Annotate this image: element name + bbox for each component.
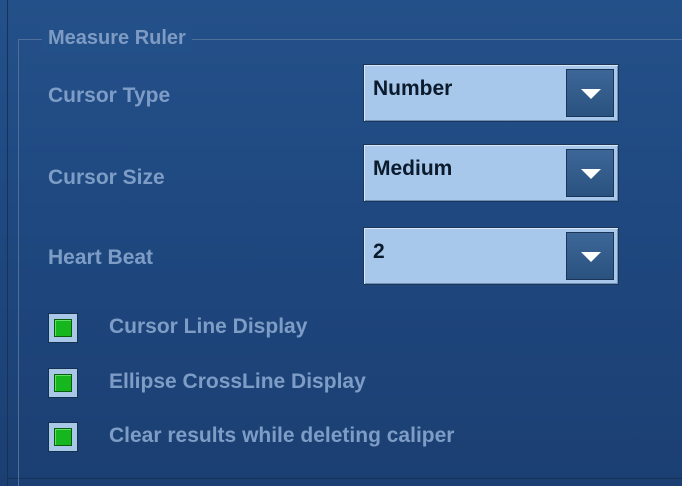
cursor-size-value: Medium	[373, 157, 453, 180]
clear-results-checkbox[interactable]	[48, 422, 78, 452]
cursor-size-label: Cursor Size	[48, 166, 165, 189]
chevron-down-icon	[581, 252, 601, 262]
check-icon	[54, 319, 72, 337]
panel-border-left	[7, 0, 8, 486]
cursor-size-dropdown[interactable]: Medium	[363, 144, 619, 202]
cursor-line-display-label[interactable]: Cursor Line Display	[109, 313, 307, 341]
cursor-size-dropdown-button[interactable]	[566, 149, 614, 197]
ellipse-crossline-display-checkbox[interactable]	[48, 368, 78, 398]
check-icon	[54, 374, 72, 392]
heart-beat-dropdown[interactable]: 2	[363, 227, 619, 285]
check-icon	[54, 428, 72, 446]
heart-beat-value: 2	[373, 240, 385, 263]
chevron-down-icon	[581, 169, 601, 179]
cursor-type-dropdown-button[interactable]	[566, 69, 614, 117]
cursor-type-value: Number	[373, 77, 453, 100]
cursor-line-display-checkbox[interactable]	[48, 313, 78, 343]
cursor-type-label: Cursor Type	[48, 84, 171, 107]
cursor-type-dropdown[interactable]: Number	[363, 64, 619, 122]
ellipse-crossline-display-label[interactable]: Ellipse CrossLine Display	[109, 368, 366, 396]
heart-beat-label: Heart Beat	[48, 246, 154, 269]
heart-beat-dropdown-button[interactable]	[566, 232, 614, 280]
chevron-down-icon	[581, 89, 601, 99]
groupbox-title: Measure Ruler	[42, 23, 192, 53]
settings-panel: Measure Ruler Cursor Type Number Cursor …	[0, 0, 682, 486]
clear-results-label[interactable]: Clear results while deleting caliper	[109, 422, 454, 450]
